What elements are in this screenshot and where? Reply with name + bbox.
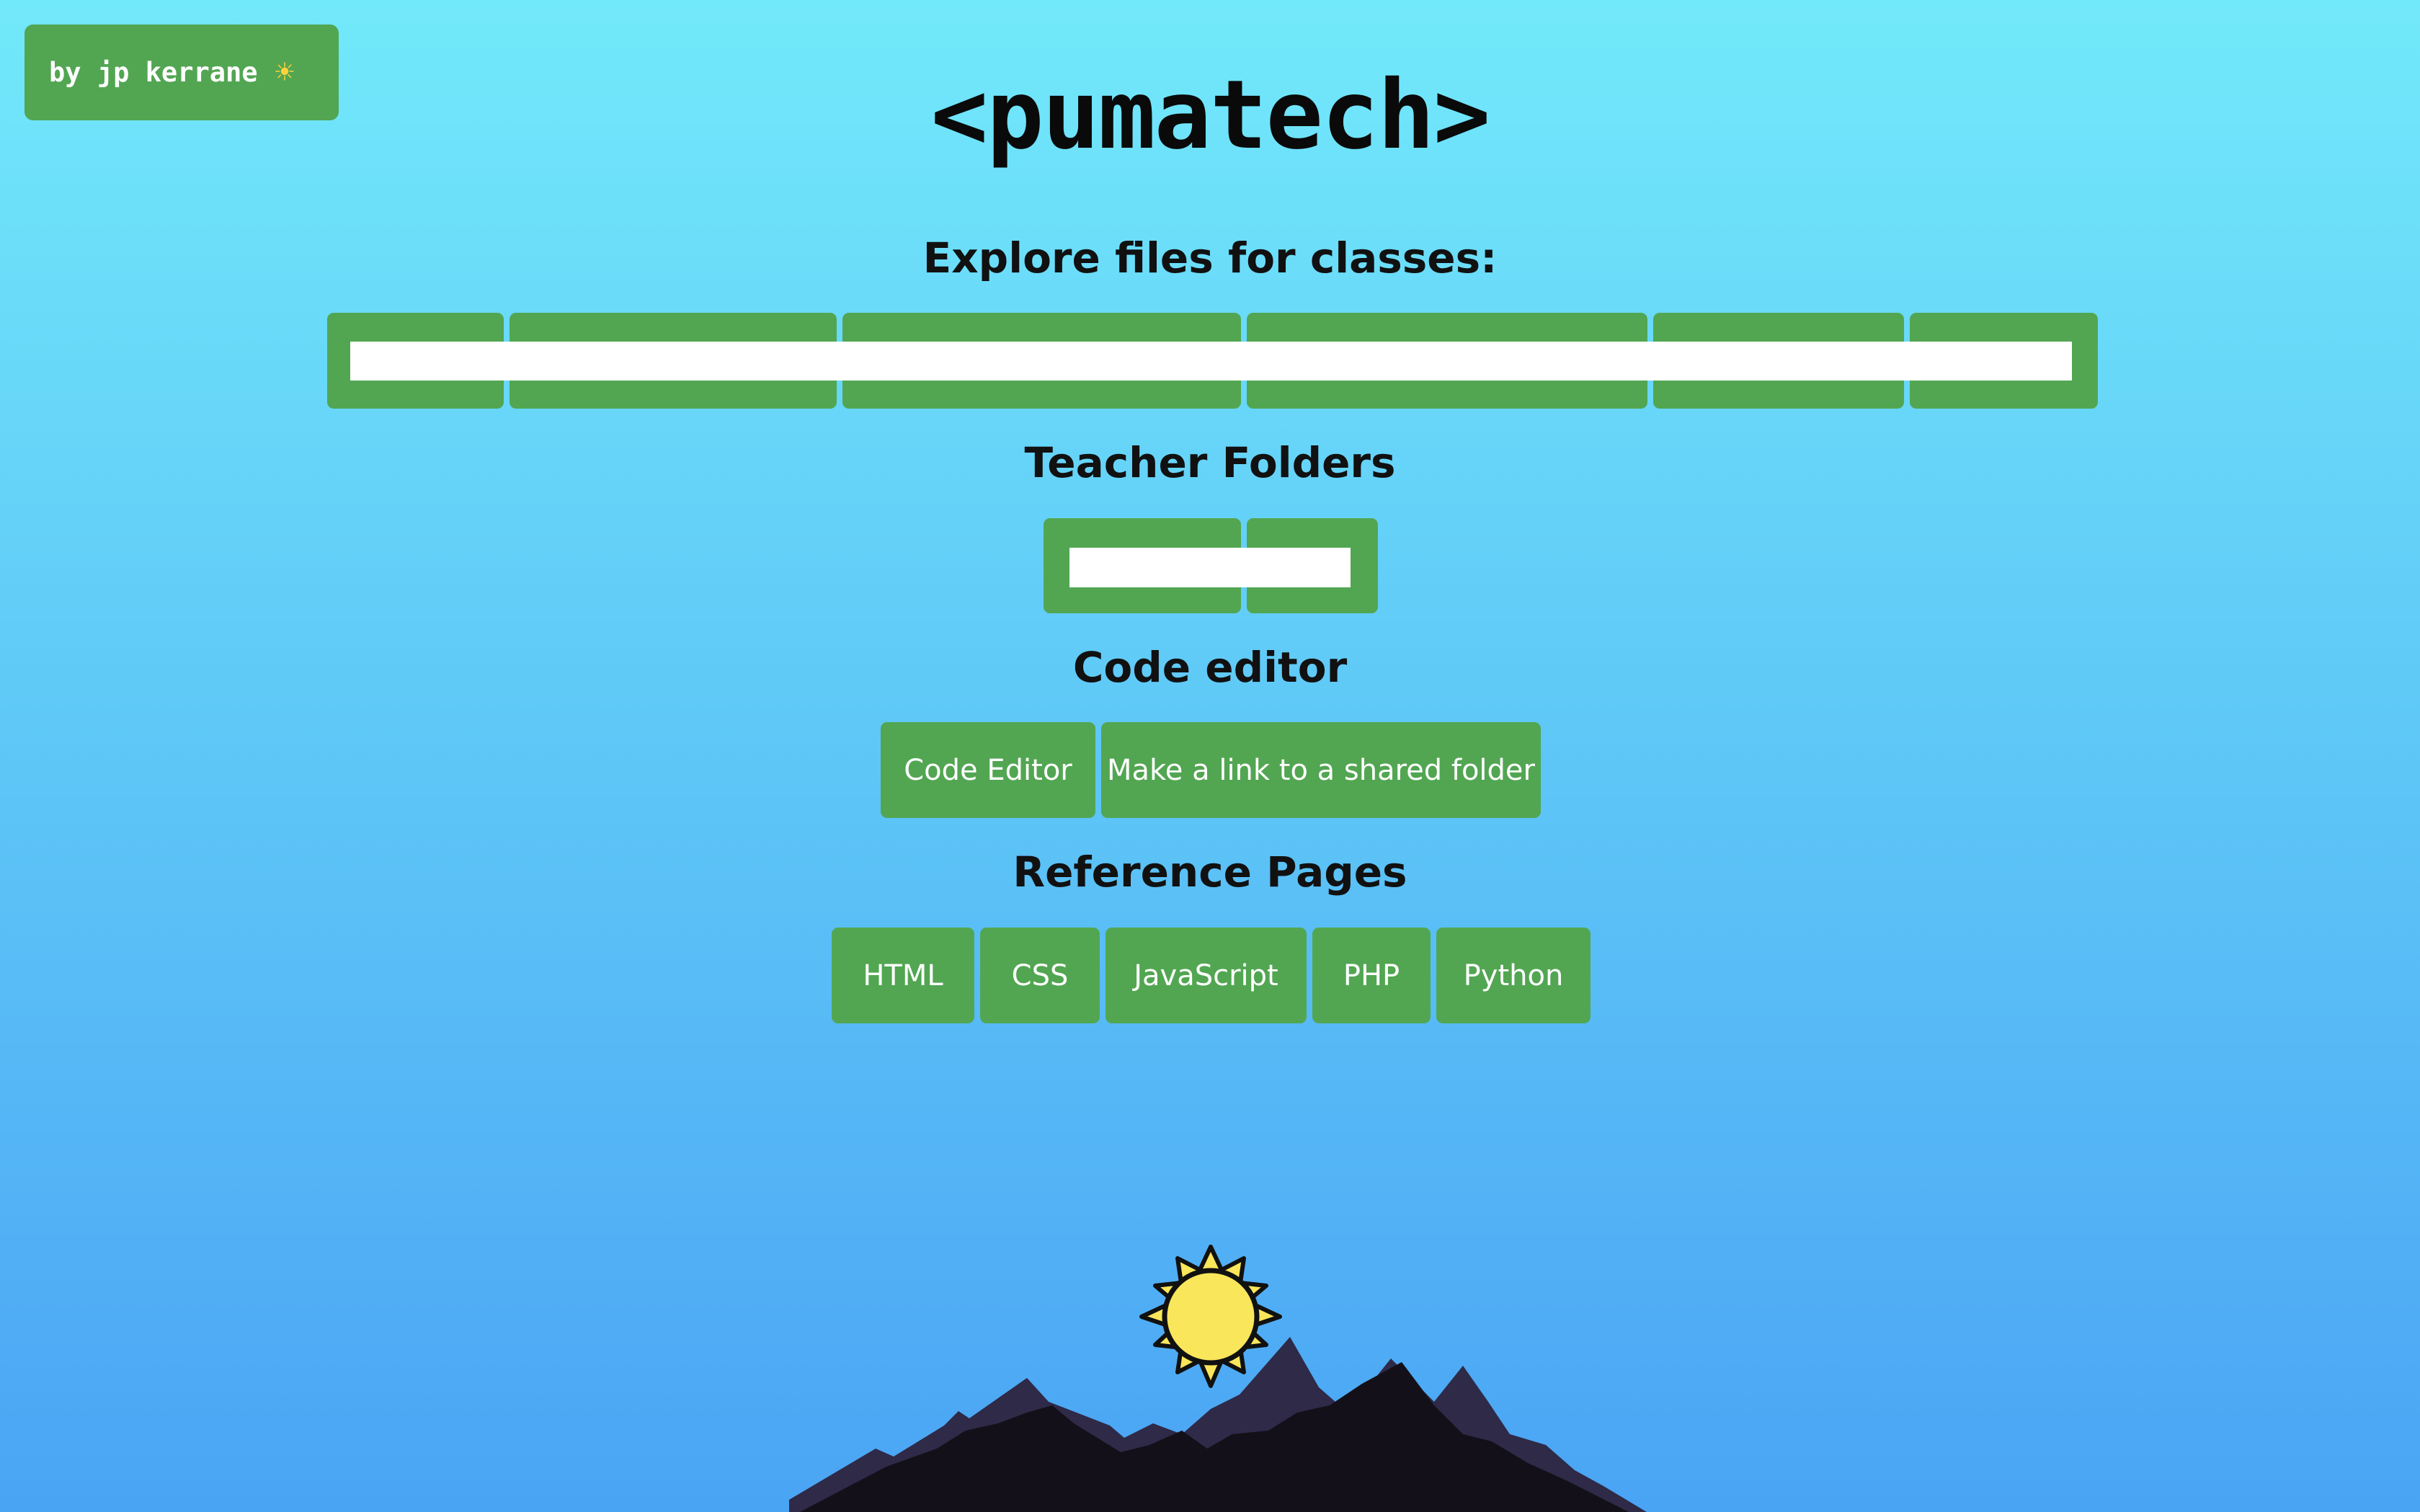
sun-icon: [1139, 1245, 1282, 1388]
landscape-illustration: [789, 1245, 1647, 1512]
